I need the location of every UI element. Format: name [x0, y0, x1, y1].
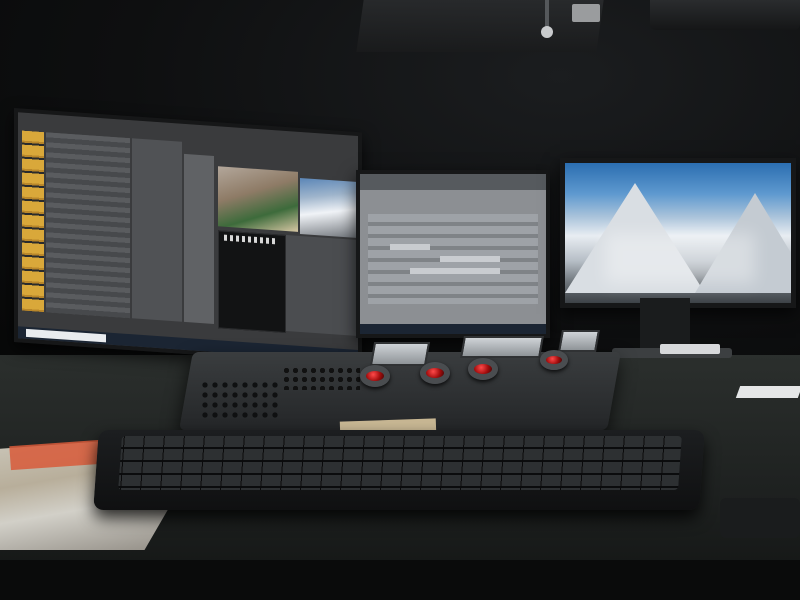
paper-sheet: [735, 386, 800, 398]
metadata-panel[interactable]: [132, 138, 182, 322]
timeline-toolbar[interactable]: [360, 174, 546, 190]
trackball[interactable]: [540, 350, 568, 370]
timeline-clip[interactable]: [440, 256, 500, 262]
scopes-panel: [218, 230, 286, 334]
desk-device: [720, 498, 800, 538]
panel-display: [558, 330, 600, 352]
clip-thumbnails[interactable]: [22, 130, 44, 313]
desk-front-edge: [0, 560, 800, 600]
reference-monitor-screen: [565, 163, 791, 303]
panel-knobs[interactable]: [282, 366, 360, 390]
source-preview[interactable]: [218, 166, 298, 232]
ceiling-strip: [356, 0, 604, 52]
trackball[interactable]: [360, 365, 390, 387]
taskbar-search-box[interactable]: [26, 328, 106, 343]
timeline-screen: [360, 174, 546, 334]
trackball[interactable]: [420, 362, 450, 384]
panel-display: [369, 342, 431, 366]
media-bin-list[interactable]: [46, 132, 130, 319]
left-monitor: [14, 108, 362, 367]
router-device: [660, 344, 720, 354]
panel-display: [460, 336, 544, 358]
taskbar[interactable]: [360, 324, 546, 334]
cable-plug: [541, 26, 553, 38]
panel-button-grid[interactable]: [200, 380, 280, 420]
secondary-panel[interactable]: [184, 153, 214, 324]
power-outlet: [572, 4, 600, 22]
timeline-clip[interactable]: [390, 244, 430, 250]
program-preview[interactable]: [300, 177, 358, 239]
editing-software-screen: [18, 112, 358, 363]
monitor-stand: [640, 298, 690, 350]
trackball[interactable]: [468, 358, 498, 380]
keyboard-keys[interactable]: [118, 436, 682, 490]
air-conditioner: [650, 0, 800, 30]
middle-monitor: [356, 170, 550, 338]
timeline-clip[interactable]: [410, 268, 500, 274]
snow-glare: [605, 233, 755, 283]
inspector-panel[interactable]: [286, 235, 358, 337]
right-monitor: [560, 158, 796, 308]
